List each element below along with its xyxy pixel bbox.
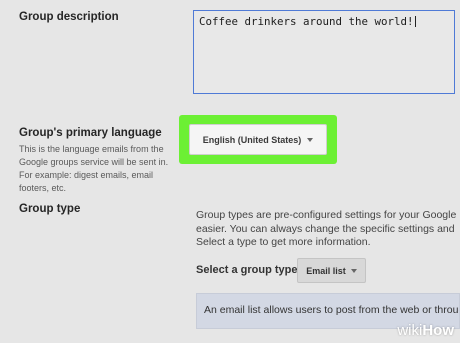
group-type-info-text: An email list allows users to post from … xyxy=(204,304,460,316)
group-type-dropdown[interactable]: Email list xyxy=(297,258,366,283)
group-type-dropdown-value: Email list xyxy=(306,265,346,276)
group-type-description-line: easier. You can always change the specif… xyxy=(196,222,455,235)
primary-language-help-text: This is the language emails from the Goo… xyxy=(19,144,169,193)
group-description-textarea[interactable]: Coffee drinkers around the world! xyxy=(193,10,455,94)
select-group-type-label: Select a group type xyxy=(196,264,298,276)
language-dropdown[interactable]: English (United States) xyxy=(189,124,327,155)
group-description-label: Group description xyxy=(19,11,119,23)
primary-language-label: Group's primary language xyxy=(19,127,162,139)
chevron-down-icon xyxy=(307,137,314,142)
chevron-down-icon xyxy=(350,268,357,273)
group-type-description-line: Group types are pre-configured settings … xyxy=(196,209,457,221)
group-description-text: Coffee drinkers around the world! xyxy=(199,15,414,28)
language-dropdown-value: English (United States) xyxy=(202,134,302,145)
text-cursor xyxy=(414,16,416,27)
group-type-label: Group type xyxy=(19,203,81,215)
group-type-description-line: Select a type to get more information. xyxy=(196,236,371,248)
group-type-description: Group types are pre-configured settings … xyxy=(196,209,460,250)
wikihow-watermark: wikiHow xyxy=(397,322,454,339)
